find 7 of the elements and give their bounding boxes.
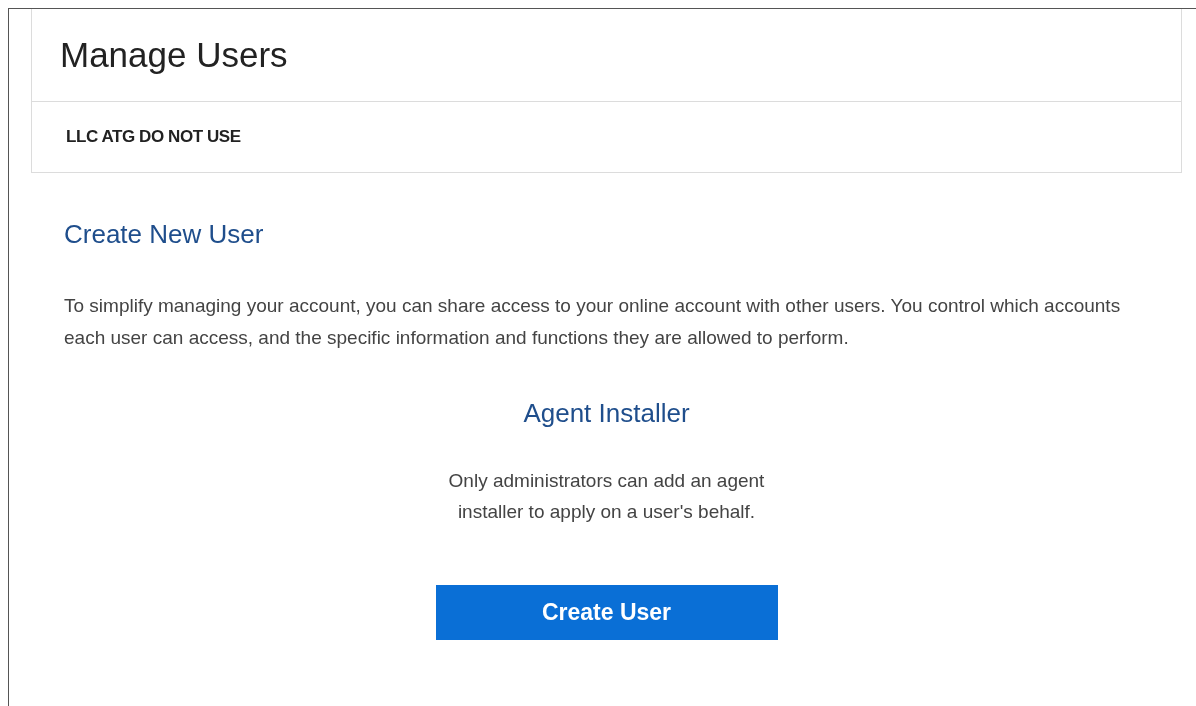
agent-title: Agent Installer (523, 397, 690, 430)
page-title: Manage Users (60, 33, 288, 76)
section-description: To simplify managing your account, you can share access to your online account with other users. You control which accounts each user can access, and the specific information and functions they are allowed to perform. (64, 294, 1122, 350)
account-name: LLC ATG DO NOT USE (66, 126, 241, 149)
agent-note: Only administrators can add an agent installer to apply on a user's behalf. (447, 469, 766, 524)
section-title: Create New User (64, 218, 265, 251)
create-user-button[interactable]: Create User (435, 585, 778, 640)
